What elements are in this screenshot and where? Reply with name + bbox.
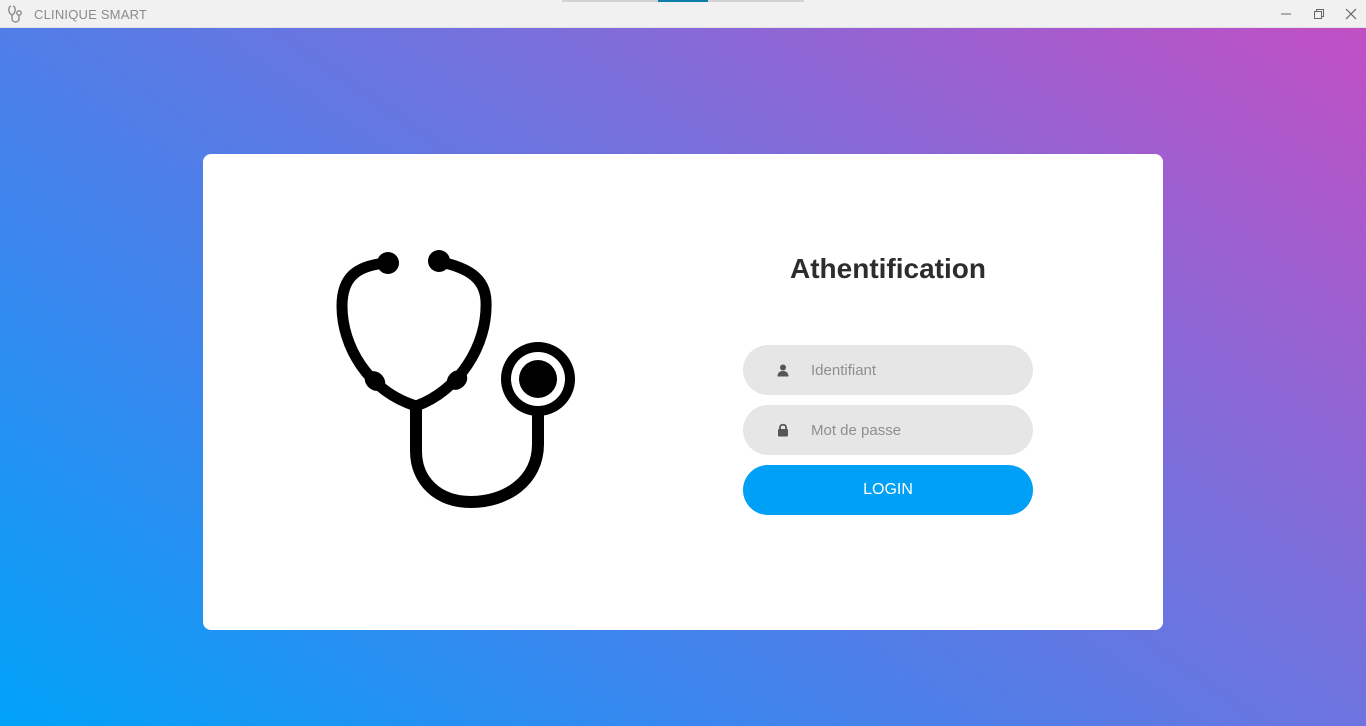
close-icon xyxy=(1345,8,1357,20)
window-title-bar: CLINIQUE SMART xyxy=(0,0,1366,28)
password-field[interactable] xyxy=(743,405,1033,455)
login-button[interactable]: LOGIN xyxy=(743,465,1033,515)
tab-indicator xyxy=(708,0,804,2)
lock-icon xyxy=(775,422,791,438)
login-background: Athentification LOGIN xyxy=(0,28,1366,726)
stethoscope-icon xyxy=(336,250,575,508)
password-input[interactable] xyxy=(811,421,1011,439)
tab-indicator-active xyxy=(658,0,708,2)
login-heading: Athentification xyxy=(790,253,986,284)
stethoscope-icon xyxy=(8,5,22,23)
username-input[interactable] xyxy=(811,361,1011,379)
tab-indicator xyxy=(562,0,658,2)
restore-icon xyxy=(1314,9,1324,19)
username-field[interactable] xyxy=(743,345,1033,395)
minimize-icon xyxy=(1281,13,1291,15)
user-icon xyxy=(775,362,791,378)
restore-button[interactable] xyxy=(1303,0,1335,28)
login-card: Athentification LOGIN xyxy=(203,154,1163,630)
close-button[interactable] xyxy=(1335,0,1366,28)
window-title: CLINIQUE SMART xyxy=(34,7,148,22)
minimize-button[interactable] xyxy=(1270,0,1302,28)
